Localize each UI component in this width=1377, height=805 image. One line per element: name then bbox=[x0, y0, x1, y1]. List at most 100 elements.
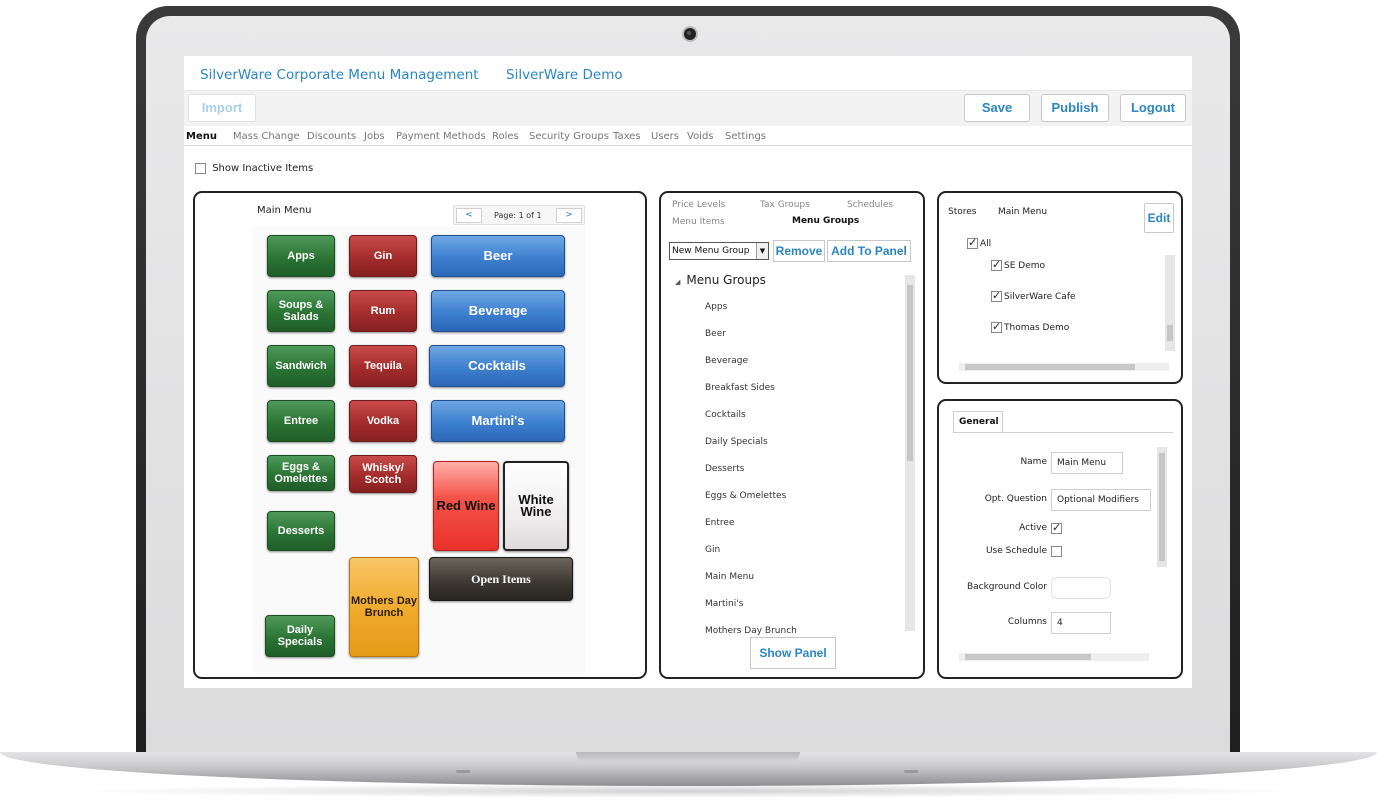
toolbar: Import Save Publish Logout bbox=[184, 90, 1192, 126]
save-button[interactable]: Save bbox=[964, 94, 1030, 122]
background-color-picker[interactable] bbox=[1051, 577, 1111, 599]
tab-general[interactable]: General bbox=[953, 411, 1003, 433]
tree-root-label: Menu Groups bbox=[686, 273, 766, 287]
store-all-label: All bbox=[980, 238, 992, 249]
menu-button-daily-specials[interactable]: Daily Specials bbox=[265, 615, 335, 657]
tab-security-groups[interactable]: Security Groups bbox=[529, 131, 609, 142]
company-name[interactable]: SilverWare Demo bbox=[506, 67, 623, 83]
store-all-checkbox[interactable] bbox=[967, 236, 978, 249]
show-inactive-toggle[interactable]: Show Inactive Items bbox=[192, 163, 313, 175]
tab-settings[interactable]: Settings bbox=[725, 131, 766, 142]
tab-mass-change[interactable]: Mass Change bbox=[233, 131, 300, 142]
store-name: SilverWare Cafe bbox=[1004, 291, 1076, 302]
name-field[interactable]: Main Menu bbox=[1051, 452, 1123, 474]
store-row[interactable]: SE Demo bbox=[989, 258, 1045, 271]
tab-users[interactable]: Users bbox=[651, 131, 679, 142]
laptop-foot bbox=[904, 770, 918, 773]
show-panel-button[interactable]: Show Panel bbox=[750, 637, 836, 669]
store-row[interactable]: Thomas Demo bbox=[989, 320, 1069, 333]
menu-button-entree[interactable]: Entree bbox=[267, 400, 335, 442]
store-checkbox[interactable] bbox=[991, 320, 1002, 333]
laptop-foot bbox=[456, 770, 470, 773]
menu-button-desserts[interactable]: Desserts bbox=[267, 511, 335, 551]
menu-button-martinis[interactable]: Martini's bbox=[431, 400, 565, 442]
menu-button-eggs-omelettes[interactable]: Eggs & Omelettes bbox=[267, 455, 335, 491]
active-checkbox[interactable] bbox=[1051, 521, 1062, 534]
tree-item[interactable]: Gin bbox=[705, 545, 720, 555]
tree-item[interactable]: Main Menu bbox=[705, 572, 754, 582]
menu-button-gin[interactable]: Gin bbox=[349, 235, 417, 277]
tree-item[interactable]: Desserts bbox=[705, 464, 744, 474]
tree-item[interactable]: Beer bbox=[705, 329, 726, 339]
stores-scrollbar-thumb[interactable] bbox=[1167, 325, 1173, 341]
menu-button-rum[interactable]: Rum bbox=[349, 290, 417, 332]
subtab-menu-groups[interactable]: Menu Groups bbox=[788, 214, 914, 228]
laptop-mockup: SilverWare Corporate Menu Management Sil… bbox=[0, 0, 1377, 805]
general-hscrollbar[interactable] bbox=[959, 653, 1149, 661]
menu-button-vodka[interactable]: Vodka bbox=[349, 400, 417, 442]
menu-button-white-wine[interactable]: White Wine bbox=[503, 461, 569, 551]
tab-taxes[interactable]: Taxes bbox=[613, 131, 641, 142]
tree-scrollbar-thumb[interactable] bbox=[907, 285, 913, 461]
tree-item[interactable]: Apps bbox=[705, 302, 727, 312]
subtab-tax-groups[interactable]: Tax Groups bbox=[760, 200, 810, 210]
menu-button-whisky-scotch[interactable]: Whisky/ Scotch bbox=[349, 455, 417, 493]
import-button[interactable]: Import bbox=[188, 94, 256, 122]
general-properties-panel: General Name Main Menu Opt. Question Opt… bbox=[937, 399, 1183, 679]
show-inactive-checkbox[interactable] bbox=[195, 163, 206, 174]
menu-button-apps[interactable]: Apps bbox=[267, 235, 335, 277]
new-menu-group-select[interactable]: New Menu Group ▼ bbox=[669, 242, 769, 260]
tree-item[interactable]: Martini's bbox=[705, 599, 743, 609]
general-scrollbar[interactable] bbox=[1157, 447, 1167, 567]
store-checkbox[interactable] bbox=[991, 289, 1002, 302]
tree-root[interactable]: ◢ Menu Groups bbox=[675, 273, 766, 287]
tree-item[interactable]: Mothers Day Brunch bbox=[705, 626, 797, 636]
general-hscrollbar-thumb[interactable] bbox=[965, 654, 1091, 660]
tree-item[interactable]: Beverage bbox=[705, 356, 748, 366]
tree-item[interactable]: Daily Specials bbox=[705, 437, 768, 447]
logout-button[interactable]: Logout bbox=[1120, 94, 1186, 122]
menu-button-mothers-day-brunch[interactable]: Mothers Day Brunch bbox=[349, 557, 419, 657]
tab-discounts[interactable]: Discounts bbox=[307, 131, 356, 142]
laptop-shadow bbox=[60, 784, 1317, 798]
next-page-button[interactable]: > bbox=[556, 208, 582, 223]
subtab-price-levels[interactable]: Price Levels bbox=[672, 200, 725, 210]
tree-scrollbar[interactable] bbox=[905, 275, 915, 631]
menu-button-cocktails[interactable]: Cocktails bbox=[429, 345, 565, 387]
tree-item[interactable]: Cocktails bbox=[705, 410, 746, 420]
stores-scrollbar[interactable] bbox=[1165, 255, 1175, 351]
menu-button-beer[interactable]: Beer bbox=[431, 235, 565, 277]
menu-button-tequila[interactable]: Tequila bbox=[349, 345, 417, 387]
tree-item[interactable]: Entree bbox=[705, 518, 735, 528]
tab-voids[interactable]: Voids bbox=[687, 131, 714, 142]
menu-button-beverage[interactable]: Beverage bbox=[431, 290, 565, 332]
tab-roles[interactable]: Roles bbox=[492, 131, 519, 142]
tree-item[interactable]: Eggs & Omelettes bbox=[705, 491, 786, 501]
store-all[interactable]: All bbox=[965, 236, 992, 249]
tab-jobs[interactable]: Jobs bbox=[364, 131, 385, 142]
columns-field[interactable]: 4 bbox=[1051, 612, 1111, 634]
menu-button-red-wine[interactable]: Red Wine bbox=[433, 461, 499, 551]
edit-button[interactable]: Edit bbox=[1144, 203, 1174, 233]
tree-item[interactable]: Breakfast Sides bbox=[705, 383, 775, 393]
general-scrollbar-thumb[interactable] bbox=[1159, 453, 1165, 561]
collapse-icon[interactable]: ◢ bbox=[675, 278, 680, 286]
stores-hscrollbar-thumb[interactable] bbox=[965, 364, 1135, 370]
menu-button-open-items[interactable]: Open Items bbox=[429, 557, 573, 601]
subtab-schedules[interactable]: Schedules bbox=[847, 200, 893, 210]
menu-button-soups-salads[interactable]: Soups & Salads bbox=[267, 290, 335, 332]
subtab-menu-items[interactable]: Menu Items bbox=[672, 217, 725, 227]
store-checkbox[interactable] bbox=[991, 258, 1002, 271]
use-schedule-checkbox[interactable] bbox=[1051, 546, 1062, 557]
tab-payment-methods[interactable]: Payment Methods bbox=[396, 131, 486, 142]
publish-button[interactable]: Publish bbox=[1041, 94, 1109, 122]
opt-question-select[interactable]: Optional Modifiers bbox=[1051, 489, 1151, 511]
prev-page-button[interactable]: < bbox=[456, 208, 482, 223]
stores-hscrollbar[interactable] bbox=[959, 363, 1169, 371]
chevron-down-icon[interactable]: ▼ bbox=[756, 243, 768, 259]
remove-button[interactable]: Remove bbox=[773, 240, 825, 262]
add-to-panel-button[interactable]: Add To Panel bbox=[827, 240, 911, 262]
menu-button-sandwich[interactable]: Sandwich bbox=[267, 345, 335, 387]
tab-menu[interactable]: Menu bbox=[186, 131, 217, 142]
store-row[interactable]: SilverWare Cafe bbox=[989, 289, 1076, 302]
